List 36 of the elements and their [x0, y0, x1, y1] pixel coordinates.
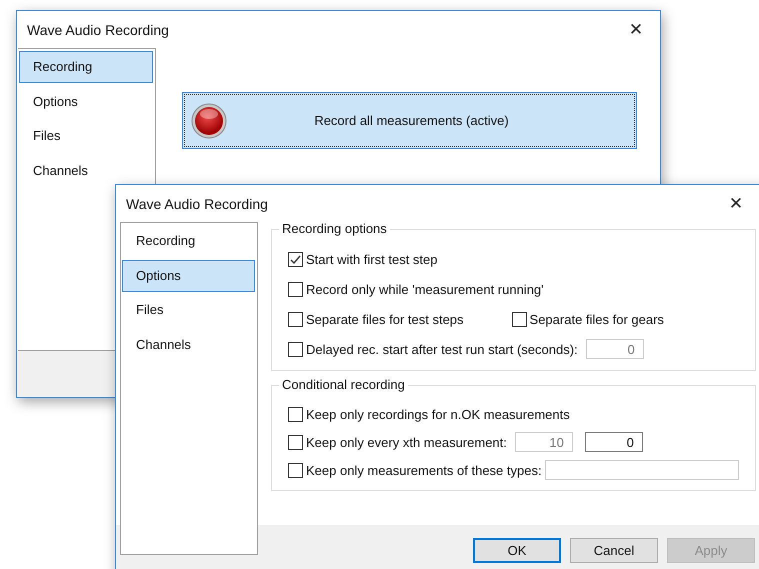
checkbox-square[interactable] — [288, 282, 303, 296]
checkbox[interactable]: Separate files for test steps — [288, 312, 464, 326]
record-button[interactable]: Record all measurements (active) — [182, 92, 637, 149]
input-field[interactable] — [544, 460, 739, 480]
checkbox[interactable]: Keep only every xth measurement: — [288, 434, 507, 450]
dialog-button[interactable]: Cancel — [570, 538, 658, 563]
number-field[interactable]: 0 — [584, 432, 643, 452]
sidebar-item[interactable]: Files — [19, 120, 153, 152]
window-title: Wave Audio Recording — [27, 22, 169, 38]
checkbox[interactable]: Separate files for gears — [512, 312, 664, 326]
sidebar-item[interactable]: Channels — [122, 328, 255, 360]
checkbox[interactable]: Record only while 'measurement running' — [288, 282, 544, 296]
sidebar-item[interactable]: Options — [122, 260, 255, 292]
checkbox[interactable]: Delayed rec. start after test run start (seconds): — [288, 342, 578, 356]
close-button[interactable]: ✕ — [616, 12, 656, 46]
group-title: Recording options — [279, 221, 390, 236]
checkbox-square[interactable] — [288, 312, 303, 326]
sidebar-item[interactable]: Recording — [122, 225, 255, 257]
checkbox-square[interactable] — [288, 342, 303, 356]
checkbox-square[interactable] — [512, 312, 527, 326]
sidebar-item[interactable]: Options — [19, 86, 153, 118]
sidebar-item[interactable]: Channels — [19, 154, 153, 186]
close-button[interactable]: ✕ — [716, 186, 756, 220]
sidebar-item[interactable]: Recording — [19, 51, 153, 83]
checkbox-square[interactable] — [288, 406, 303, 422]
checkbox[interactable]: Keep only measurements of these types: — [288, 462, 542, 478]
window-title: Wave Audio Recording — [126, 196, 268, 212]
sidebar-item[interactable]: Files — [122, 294, 255, 326]
group-title: Conditional recording — [279, 377, 408, 392]
checkbox[interactable]: Start with first test step — [288, 252, 438, 266]
record-icon — [191, 102, 227, 138]
checkbox-square[interactable] — [288, 462, 303, 478]
checkbox-square[interactable] — [288, 252, 303, 266]
dialog-button[interactable]: OK — [473, 538, 561, 563]
checkbox-square[interactable] — [288, 434, 303, 450]
checkbox[interactable]: Keep only recordings for n.OK measurements — [288, 406, 570, 422]
